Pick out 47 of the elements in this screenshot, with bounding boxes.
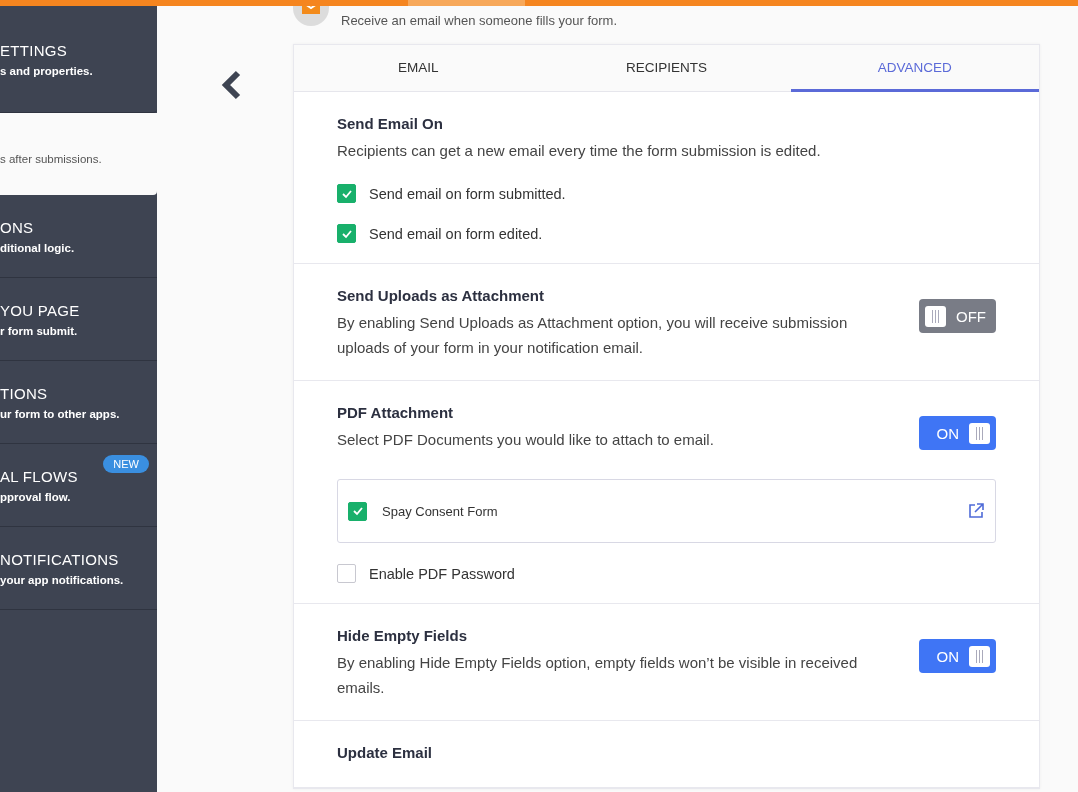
item-subtitle: pproval flow. [0,490,72,503]
item-subtitle: s and properties. [0,64,94,77]
checkbox[interactable] [337,564,356,583]
sidebar-item[interactable]: AL FLOWS pproval flow. NEW [0,444,157,527]
tab[interactable]: ADVANCED [790,45,1039,92]
item-subtitle: your app notifications. [0,573,125,586]
section-description: By enabling Hide Empty Fields option, empty fields won’t be visible in received emails. [337,653,859,698]
item-title: TIONS [0,384,49,402]
tab[interactable]: RECIPIENTS [542,45,791,92]
item-title: ONS [0,218,35,236]
sidebar-item[interactable]: ONS ditional logic. [0,195,157,278]
checkbox-label: Send email on form submitted. [369,185,566,202]
section-title: Hide Empty Fields [337,627,469,644]
sidebar-item[interactable]: NOTIFICATIONS your app notifications. [0,527,157,610]
toggle-switch[interactable]: ON [919,639,996,673]
section-title: PDF Attachment [337,404,455,421]
external-link-icon[interactable] [967,502,985,520]
section-description: Recipients can get a new email every time the form submission is edited. [337,141,821,161]
section-description: Select PDF Documents you would like to attach to email. [337,430,714,450]
item-title: YOU PAGE [0,301,81,319]
checkmark-icon [351,505,364,517]
item-title: NOTIFICATIONS [0,550,120,568]
toggle-switch[interactable]: OFF [919,299,996,333]
toggle-switch[interactable]: ON [919,416,996,450]
checkbox[interactable] [348,501,367,521]
sidebar-item[interactable]: s after submissions. [0,113,157,195]
item-subtitle: s after submissions. [0,152,103,165]
header-description: Receive an email when someone fills your form. [341,13,617,28]
new-badge: NEW [103,455,149,473]
item-subtitle: ditional logic. [0,241,76,254]
checkbox[interactable] [337,184,356,203]
section-title: Send Uploads as Attachment [337,287,545,304]
sidebar-item[interactable]: TIONS ur form to other apps. [0,361,157,444]
document-name: Spay Consent Form [382,503,499,519]
item-subtitle: ur form to other apps. [0,407,121,420]
checkbox-label: Send email on form edited. [369,225,543,242]
item-subtitle: r form submit. [0,324,79,337]
tab[interactable]: EMAIL [294,45,543,92]
section-title: Send Email On [337,115,444,132]
item-title: ETTINGS [0,41,69,59]
section-description: By enabling Send Uploads as Attachment option, you will receive submission uploads of your form in your notification email. [337,313,849,358]
back-chevron-icon[interactable] [221,70,243,100]
checkbox-label: Enable PDF Password [369,565,515,582]
sidebar-item[interactable]: YOU PAGE r form submit. [0,278,157,361]
checkbox[interactable] [337,224,356,243]
item-title: AL FLOWS [0,467,79,485]
section-title: Update Email [337,744,433,761]
